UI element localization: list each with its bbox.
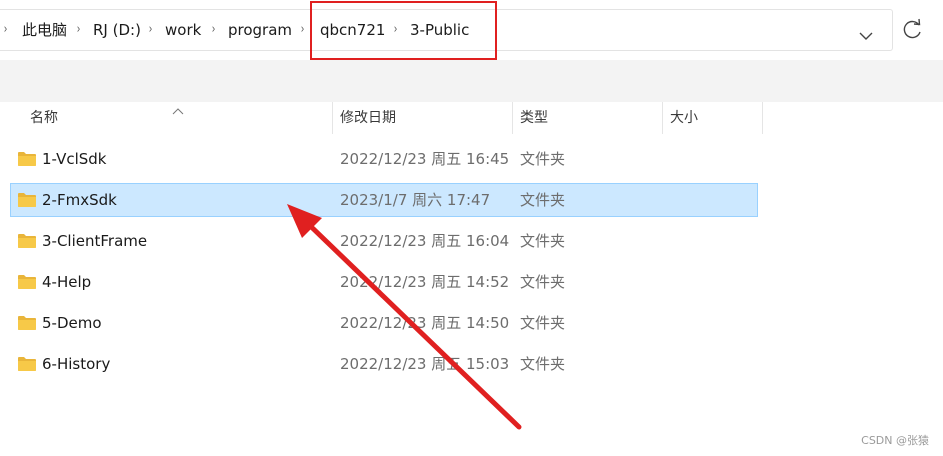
file-name[interactable]: 2-FmxSdk	[42, 184, 117, 216]
breadcrumb-separator: ›	[3, 22, 8, 37]
column-divider[interactable]	[512, 102, 513, 134]
file-modified: 2022/12/23 周五 15:03	[340, 355, 510, 373]
table-row[interactable]: 1-VclSdk 2022/12/23 周五 16:45 文件夹	[10, 142, 758, 176]
column-divider[interactable]	[662, 102, 663, 134]
file-name[interactable]: 3-ClientFrame	[42, 225, 147, 257]
annotation-highlight-box	[310, 1, 497, 60]
chevron-down-icon[interactable]	[852, 22, 880, 50]
breadcrumb-separator: ›	[211, 22, 216, 37]
watermark: CSDN @张猿	[861, 434, 929, 447]
table-row[interactable]: 2-FmxSdk 2023/1/7 周六 17:47 文件夹	[10, 183, 758, 217]
file-modified: 2023/1/7 周六 17:47	[340, 191, 491, 209]
sort-caret-icon	[172, 100, 184, 115]
folder-icon	[17, 274, 37, 290]
breadcrumb-this-pc[interactable]: 此电脑	[22, 10, 67, 50]
folder-icon	[17, 233, 37, 249]
folder-icon	[17, 315, 37, 331]
breadcrumb-program[interactable]: program	[228, 10, 292, 50]
file-type: 文件夹	[520, 355, 566, 373]
file-modified: 2022/12/23 周五 16:04	[340, 232, 510, 250]
file-modified: 2022/12/23 周五 14:52	[340, 273, 510, 291]
folder-icon	[17, 192, 37, 208]
column-divider[interactable]	[332, 102, 333, 134]
column-size[interactable]: 大小	[670, 102, 698, 134]
file-name[interactable]: 1-VclSdk	[42, 143, 106, 175]
folder-icon	[17, 151, 37, 167]
folder-icon	[17, 356, 37, 372]
column-divider[interactable]	[762, 102, 763, 134]
toolbar	[0, 60, 943, 102]
file-type: 文件夹	[520, 150, 566, 168]
breadcrumb-work[interactable]: work	[165, 10, 201, 50]
table-row[interactable]: 3-ClientFrame 2022/12/23 周五 16:04 文件夹	[10, 224, 758, 258]
breadcrumb-separator: ›	[76, 22, 81, 37]
column-type[interactable]: 类型	[520, 102, 548, 134]
breadcrumb-separator: ›	[300, 22, 305, 37]
column-modified[interactable]: 修改日期	[340, 102, 396, 134]
file-name[interactable]: 6-History	[42, 348, 110, 380]
file-type: 文件夹	[520, 314, 566, 332]
breadcrumb-separator: ›	[148, 22, 153, 37]
table-row[interactable]: 5-Demo 2022/12/23 周五 14:50 文件夹	[10, 306, 758, 340]
file-modified: 2022/12/23 周五 16:45	[340, 150, 510, 168]
refresh-icon[interactable]	[898, 15, 928, 45]
file-name[interactable]: 5-Demo	[42, 307, 102, 339]
file-type: 文件夹	[520, 191, 566, 209]
column-name[interactable]: 名称	[30, 102, 58, 134]
breadcrumb-drive-d[interactable]: RJ (D:)	[93, 10, 141, 50]
file-name[interactable]: 4-Help	[42, 266, 91, 298]
file-type: 文件夹	[520, 232, 566, 250]
table-row[interactable]: 6-History 2022/12/23 周五 15:03 文件夹	[10, 347, 758, 381]
file-type: 文件夹	[520, 273, 566, 291]
column-header: 名称 修改日期 类型 大小	[0, 102, 943, 134]
table-row[interactable]: 4-Help 2022/12/23 周五 14:52 文件夹	[10, 265, 758, 299]
file-modified: 2022/12/23 周五 14:50	[340, 314, 510, 332]
